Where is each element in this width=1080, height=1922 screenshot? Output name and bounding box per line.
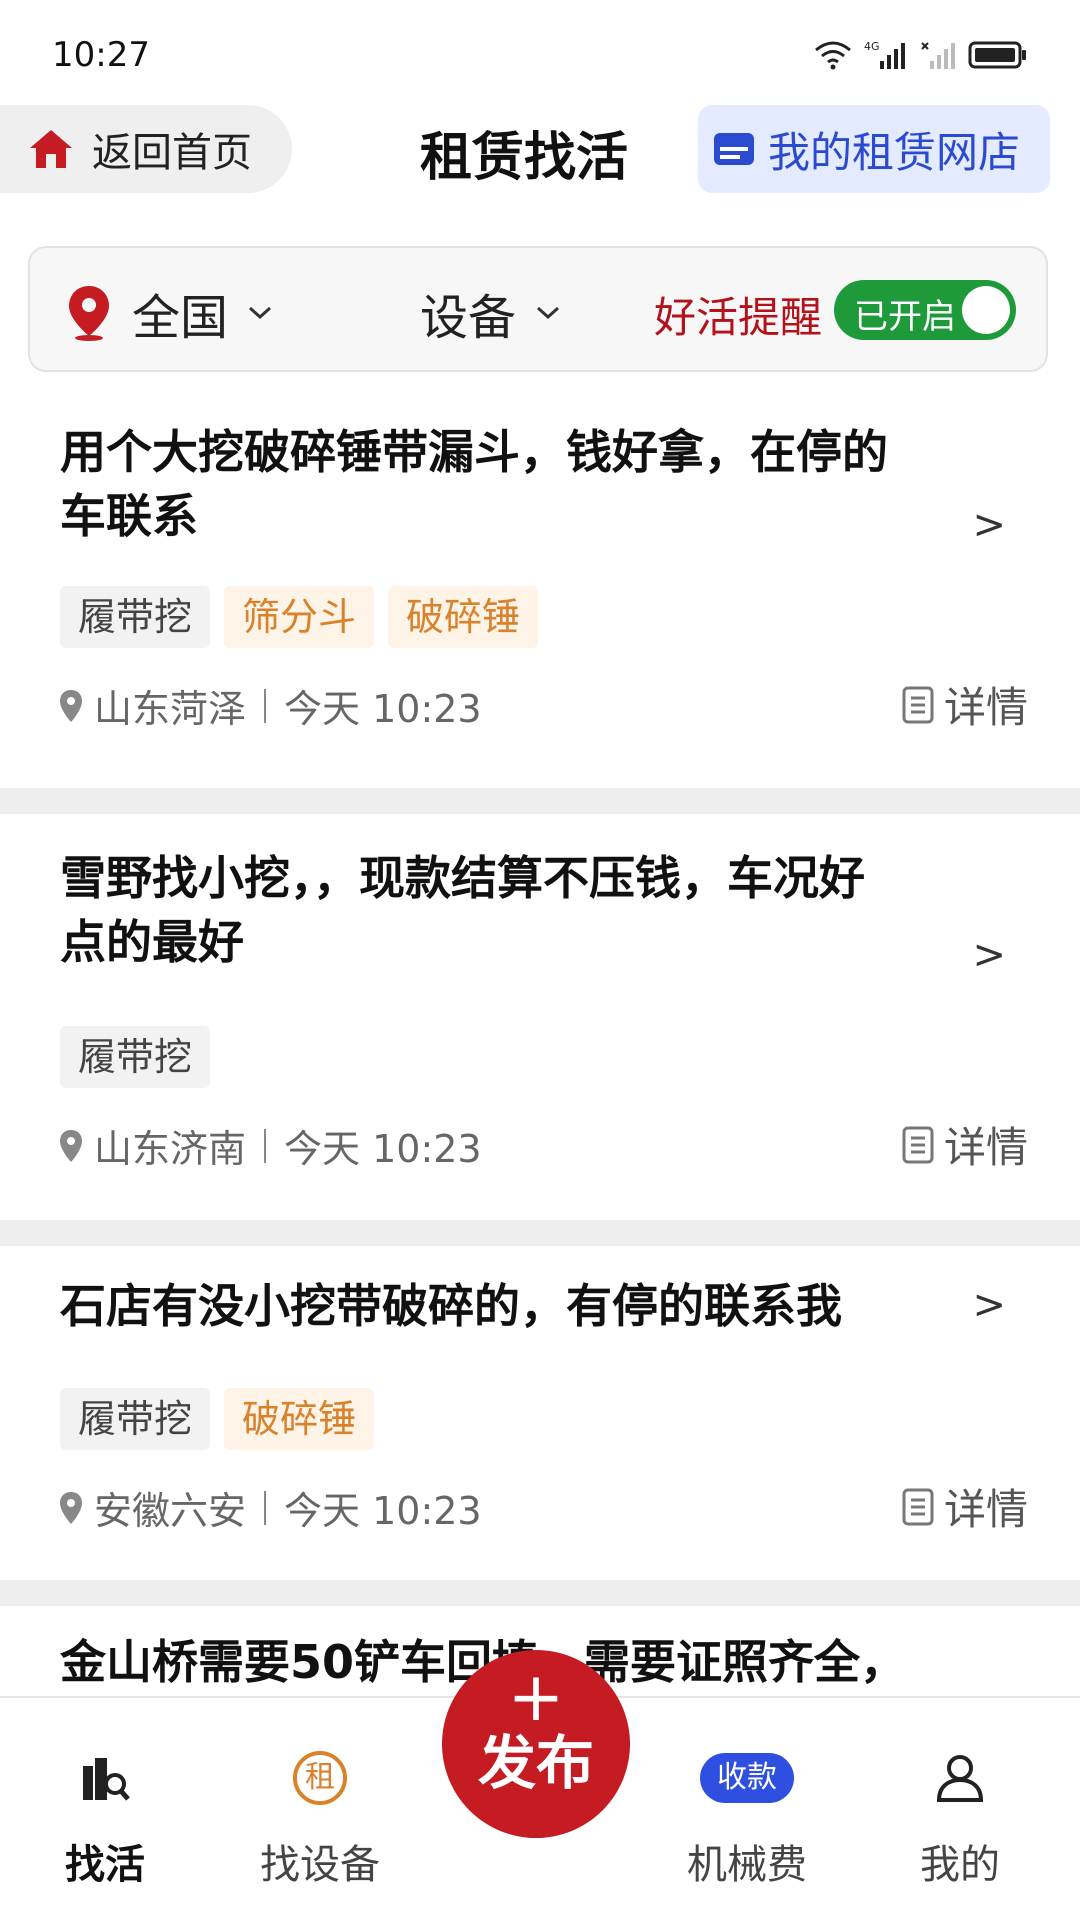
signal-off-icon: [921, 42, 955, 69]
payment-badge-text: 收款: [717, 1760, 777, 1795]
location-pin-icon: [60, 689, 82, 722]
equipment-label: 设备: [420, 290, 517, 346]
header: 返回首页 租赁找活 我的租赁网店: [0, 105, 1080, 195]
user-icon: [936, 1755, 984, 1802]
detail-label: 详情: [943, 1123, 1028, 1172]
signal-icon: 4G: [864, 40, 905, 69]
tag: 破碎锤: [224, 1388, 375, 1450]
detail-label: 详情: [943, 1485, 1028, 1534]
rent-badge-text: 租: [305, 1760, 335, 1795]
payment-badge-icon: 收款: [700, 1753, 794, 1803]
tag-list: 履带挖 破碎锤: [60, 1388, 375, 1450]
home-button-label: 返回首页: [92, 130, 252, 176]
wifi-icon: [815, 41, 851, 70]
nav-find-jobs[interactable]: 找活: [30, 1738, 180, 1890]
tag: 筛分斗: [224, 586, 375, 648]
card-divider: [0, 1580, 1080, 1606]
filter-bar: 全国 设备 好活提醒 已开启: [28, 246, 1048, 372]
job-title-line: 用个大挖破碎锤带漏斗，钱好拿，在停的: [60, 425, 888, 479]
job-title-line: 石店有没小挖带破碎的，有停的联系我: [60, 1279, 842, 1333]
card-divider: [0, 788, 1080, 814]
rent-badge-icon: 租: [293, 1751, 347, 1805]
chevron-right-icon: >: [972, 932, 1006, 978]
chevron-right-icon: >: [972, 1282, 1006, 1328]
status-icons: 4G: [814, 39, 1028, 71]
find-jobs-icon: [83, 1758, 130, 1801]
job-location: 山东菏泽: [94, 687, 247, 731]
shop-icon: [714, 133, 754, 165]
job-time: 今天 10:23: [284, 1127, 482, 1171]
job-card[interactable]: 石店有没小挖带破碎的，有停的联系我 > 履带挖 破碎锤 安徽六安 今天 10:2…: [0, 1270, 1080, 1570]
job-location: 安徽六安: [94, 1489, 247, 1533]
nav-label: 找活: [65, 1842, 145, 1888]
detail-label: 详情: [943, 683, 1028, 732]
home-icon: [30, 130, 72, 168]
tag-list: 履带挖 筛分斗 破碎锤: [60, 586, 539, 648]
nav-machinery-fee[interactable]: 收款 机械费: [672, 1738, 822, 1890]
nav-label: 找设备: [260, 1842, 380, 1888]
document-icon: [902, 1126, 934, 1163]
job-title: 石店有没小挖带破碎的，有停的联系我: [60, 1274, 960, 1338]
region-filter[interactable]: 全国: [64, 278, 274, 348]
plus-icon: +: [507, 1658, 565, 1737]
equipment-filter[interactable]: 设备: [420, 278, 562, 348]
document-icon: [902, 1488, 934, 1525]
chevron-down-icon: [537, 306, 560, 320]
meta-separator: [264, 1490, 267, 1525]
status-bar: 10:27 4G: [0, 0, 1080, 110]
job-meta: 山东菏泽 今天 10:23: [58, 678, 482, 733]
job-alert-toggle[interactable]: 已开启: [834, 280, 1016, 340]
nav-label: 机械费: [687, 1842, 807, 1888]
job-title-line: 车联系: [60, 489, 198, 543]
my-rental-shop-button[interactable]: 我的租赁网店: [698, 105, 1050, 193]
toggle-state-label: 已开启: [854, 297, 956, 337]
job-card[interactable]: 雪野找小挖，，现款结算不压钱，车况好 点的最好 > 履带挖 山东济南 今天 10…: [0, 840, 1080, 1210]
toggle-knob: [962, 286, 1010, 334]
location-pin-icon: [69, 286, 109, 341]
location-pin-icon: [60, 1491, 82, 1524]
battery-icon: [968, 41, 1026, 69]
chevron-right-icon: >: [972, 502, 1006, 548]
detail-link[interactable]: 详情: [902, 1476, 1028, 1537]
home-button[interactable]: 返回首页: [0, 105, 292, 193]
status-time: 10:27: [52, 35, 150, 75]
publish-label: 发布: [477, 1729, 594, 1797]
job-title: 雪野找小挖，，现款结算不压钱，车况好 点的最好: [60, 846, 960, 974]
job-meta: 安徽六安 今天 10:23: [58, 1480, 482, 1535]
detail-link[interactable]: 详情: [902, 1114, 1028, 1175]
job-time: 今天 10:23: [284, 1489, 482, 1533]
meta-separator: [264, 688, 267, 723]
page-title: 租赁找活: [420, 128, 629, 188]
detail-link[interactable]: 详情: [902, 674, 1028, 735]
document-icon: [902, 686, 934, 723]
publish-button[interactable]: + 发布: [442, 1650, 630, 1838]
tag: 履带挖: [60, 586, 211, 648]
meta-separator: [264, 1128, 267, 1163]
location-pin-icon: [60, 1129, 82, 1162]
job-title-line: 点的最好: [60, 915, 244, 969]
tag: 破碎锤: [388, 586, 539, 648]
job-alert-label: 好活提醒: [654, 293, 823, 342]
job-meta: 山东济南 今天 10:23: [58, 1118, 482, 1173]
card-divider: [0, 1220, 1080, 1246]
shop-button-label: 我的租赁网店: [768, 127, 1021, 177]
nav-profile[interactable]: 我的: [885, 1738, 1035, 1890]
job-location: 山东济南: [94, 1127, 247, 1171]
region-label: 全国: [132, 290, 229, 346]
tag-list: 履带挖: [60, 1026, 211, 1088]
network-type-label: 4G: [864, 40, 880, 53]
nav-find-equipment[interactable]: 租 找设备: [245, 1738, 395, 1890]
job-title: 用个大挖破碎锤带漏斗，钱好拿，在停的 车联系: [60, 420, 960, 548]
job-title-line: 雪野找小挖，，现款结算不压钱，车况好: [60, 851, 865, 905]
chevron-down-icon: [249, 306, 272, 320]
job-card[interactable]: 用个大挖破碎锤带漏斗，钱好拿，在停的 车联系 > 履带挖 筛分斗 破碎锤 山东菏…: [0, 410, 1080, 780]
tag: 履带挖: [60, 1388, 211, 1450]
tag: 履带挖: [60, 1026, 211, 1088]
nav-label: 我的: [920, 1842, 1000, 1888]
job-time: 今天 10:23: [284, 687, 482, 731]
